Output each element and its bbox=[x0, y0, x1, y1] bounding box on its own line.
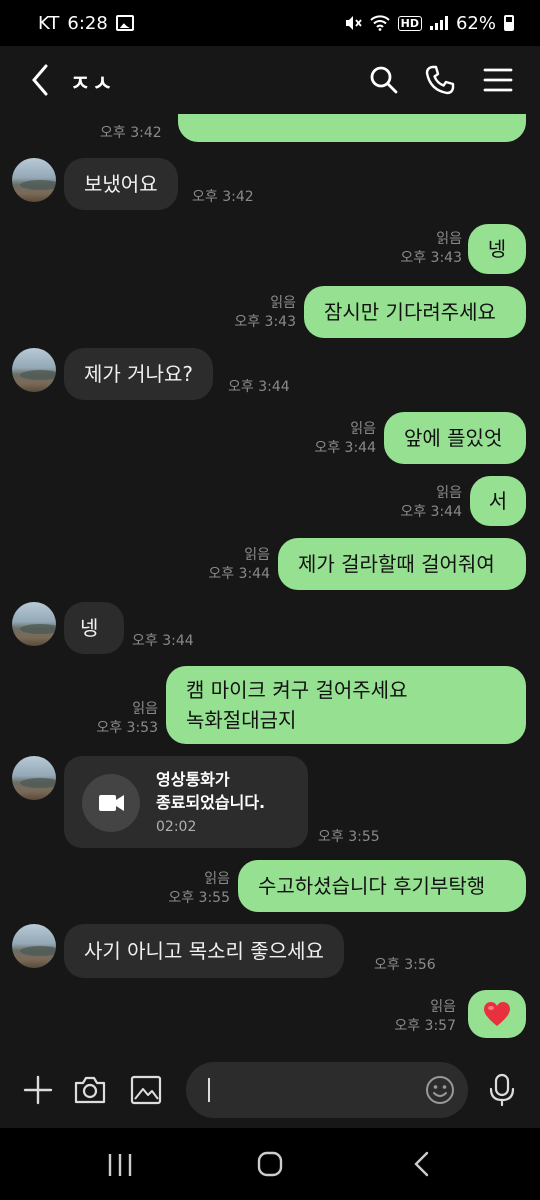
message-time: 오후 3:43 bbox=[400, 250, 462, 266]
avatar[interactable] bbox=[12, 924, 56, 968]
microphone-icon[interactable] bbox=[484, 1072, 520, 1108]
hd-voice-icon: HD bbox=[397, 15, 422, 31]
message-time: 오후 3:44 bbox=[400, 504, 462, 520]
chat-area[interactable]: 오후 3:42 보냈어요 오후 3:42 읽음 오후 3:43 넹 읽음 오후 … bbox=[0, 114, 540, 1052]
search-icon[interactable] bbox=[368, 64, 400, 96]
battery-percent: 62% bbox=[455, 12, 496, 34]
message-bubble-outgoing[interactable]: 잠시만 기다려주세요 bbox=[304, 286, 526, 338]
back-nav-icon[interactable] bbox=[408, 1150, 436, 1178]
message-text: 제가 거나요? bbox=[84, 362, 193, 386]
call-status-line: 종료되었습니다. bbox=[156, 793, 266, 812]
message-text-line: 캠 마이크 켜구 걸어주세요 bbox=[186, 678, 408, 702]
heart-emoji-icon bbox=[484, 1002, 510, 1026]
phone-icon[interactable] bbox=[424, 64, 456, 96]
message-bubble-outgoing[interactable]: 앞에 플있엇 bbox=[384, 412, 526, 464]
message-time: 오후 3:56 bbox=[374, 957, 436, 973]
message-bubble-incoming[interactable]: 제가 거나요? bbox=[64, 348, 213, 400]
message-text: 보냈어요 bbox=[84, 172, 158, 196]
avatar[interactable] bbox=[12, 756, 56, 800]
wifi-icon bbox=[369, 15, 390, 31]
message-meta: 읽음 오후 3:55 bbox=[160, 870, 230, 908]
message-bubble-outgoing[interactable] bbox=[468, 990, 526, 1038]
home-icon[interactable] bbox=[256, 1150, 284, 1178]
message-meta: 읽음 오후 3:43 bbox=[392, 230, 462, 268]
message-input[interactable] bbox=[186, 1062, 468, 1118]
message-time: 오후 3:44 bbox=[228, 379, 290, 395]
message-bubble-outgoing[interactable]: 캠 마이크 켜구 걸어주세요 녹화절대금지 bbox=[166, 666, 526, 744]
status-bar: KT 6:28 HD 62% bbox=[0, 0, 540, 46]
recent-apps-icon[interactable] bbox=[106, 1152, 134, 1178]
signal-icon bbox=[429, 16, 448, 30]
message-meta: 읽음 오후 3:44 bbox=[200, 546, 270, 584]
read-receipt: 읽음 bbox=[350, 421, 376, 437]
carrier-label: KT bbox=[38, 12, 60, 34]
message-bubble-outgoing[interactable] bbox=[178, 114, 526, 142]
message-meta: 읽음 오후 3:53 bbox=[88, 700, 158, 738]
message-bubble-outgoing[interactable]: 서 bbox=[470, 476, 526, 526]
battery-icon bbox=[504, 15, 514, 31]
message-text: 사기 아니고 목소리 좋으세요 bbox=[84, 939, 324, 963]
message-text: 앞에 플있엇 bbox=[404, 426, 503, 450]
message-text: 잠시만 기다려주세요 bbox=[324, 300, 496, 324]
read-receipt: 읽음 bbox=[436, 485, 462, 501]
message-bubble-outgoing[interactable]: 수고하셨습니다 후기부탁행 bbox=[238, 860, 526, 912]
message-bubble-outgoing[interactable]: 제가 걸라할때 걸어줘여 bbox=[278, 538, 526, 590]
mute-icon bbox=[345, 16, 362, 30]
message-bubble-incoming[interactable]: 보냈어요 bbox=[64, 158, 178, 210]
call-duration: 02:02 bbox=[156, 819, 197, 835]
menu-icon[interactable] bbox=[482, 64, 514, 96]
message-time: 오후 3:42 bbox=[192, 189, 254, 205]
plus-icon[interactable] bbox=[20, 1072, 56, 1108]
message-meta: 읽음 오후 3:44 bbox=[306, 420, 376, 458]
chat-title: ㅈㅅ bbox=[70, 72, 115, 97]
video-camera-icon bbox=[82, 774, 140, 832]
avatar[interactable] bbox=[12, 158, 56, 202]
call-status-text: 영상통화가 종료되었습니다. bbox=[156, 768, 265, 814]
message-time: 오후 3:53 bbox=[96, 720, 158, 736]
message-meta: 읽음 오후 3:44 bbox=[392, 484, 462, 522]
message-text: 제가 걸라할때 걸어줘여 bbox=[298, 552, 495, 576]
read-receipt: 읽음 bbox=[436, 231, 462, 247]
message-time: 오후 3:55 bbox=[318, 829, 380, 845]
call-status-line: 영상통화가 bbox=[156, 770, 230, 789]
message-meta: 읽음 오후 3:43 bbox=[226, 294, 296, 332]
message-time: 오후 3:57 bbox=[394, 1018, 456, 1034]
read-receipt: 읽음 bbox=[430, 999, 456, 1015]
read-receipt: 읽음 bbox=[244, 547, 270, 563]
text-cursor bbox=[208, 1078, 210, 1102]
message-time: 오후 3:55 bbox=[168, 890, 230, 906]
avatar[interactable] bbox=[12, 602, 56, 646]
video-call-card[interactable]: 영상통화가 종료되었습니다. 02:02 bbox=[64, 756, 308, 848]
message-meta: 읽음 오후 3:57 bbox=[386, 998, 456, 1036]
clock: 6:28 bbox=[67, 12, 108, 34]
message-text: 서 bbox=[488, 489, 508, 513]
message-text: 넹 bbox=[487, 237, 507, 261]
emoticon-icon[interactable] bbox=[424, 1074, 456, 1106]
message-input-bar bbox=[0, 1052, 540, 1128]
message-text-line: 녹화절대금지 bbox=[186, 708, 297, 732]
message-time: 오후 3:44 bbox=[208, 566, 270, 582]
read-receipt: 읽음 bbox=[270, 295, 296, 311]
read-receipt: 읽음 bbox=[204, 871, 230, 887]
message-bubble-incoming[interactable]: 사기 아니고 목소리 좋으세요 bbox=[64, 924, 344, 978]
avatar[interactable] bbox=[12, 348, 56, 392]
gallery-icon[interactable] bbox=[128, 1072, 164, 1108]
system-navigation-bar bbox=[0, 1128, 540, 1200]
message-bubble-incoming[interactable]: 넹 bbox=[64, 602, 124, 654]
message-time: 오후 3:43 bbox=[234, 314, 296, 330]
message-time: 오후 3:44 bbox=[314, 440, 376, 456]
message-text: 수고하셨습니다 후기부탁행 bbox=[258, 874, 486, 898]
message-bubble-outgoing[interactable]: 넹 bbox=[468, 224, 526, 274]
message-time: 오후 3:44 bbox=[132, 633, 194, 649]
camera-icon[interactable] bbox=[72, 1072, 108, 1108]
gallery-notification-icon bbox=[115, 15, 134, 31]
message-text: 넹 bbox=[80, 616, 99, 640]
read-receipt: 읽음 bbox=[132, 701, 158, 717]
message-time: 오후 3:42 bbox=[100, 125, 162, 141]
chat-header: ㅈㅅ bbox=[0, 46, 540, 114]
back-icon[interactable] bbox=[26, 62, 56, 98]
